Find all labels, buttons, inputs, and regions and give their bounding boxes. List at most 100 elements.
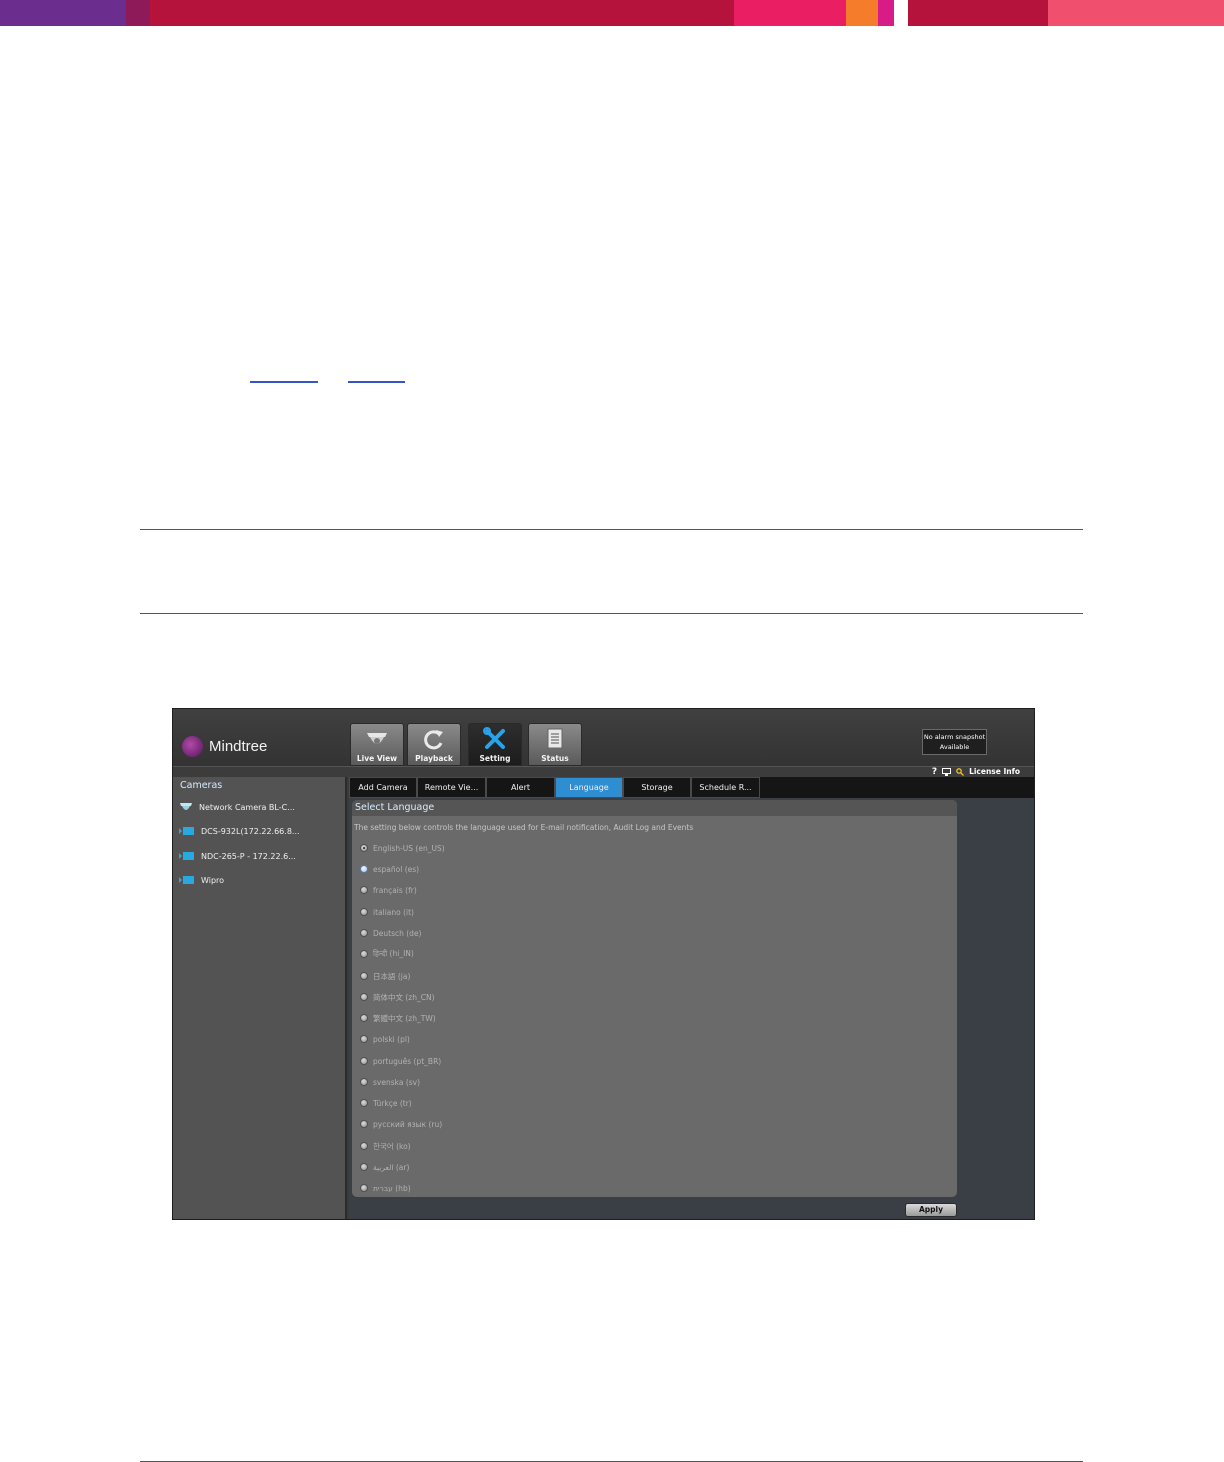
language-label: français (fr): [373, 885, 417, 895]
language-label: 한국어 (ko): [373, 1141, 411, 1151]
camera-icon: [179, 852, 194, 860]
camera-icon: [179, 827, 194, 835]
nav-playback-button[interactable]: Playback: [407, 723, 461, 766]
nav-status-button[interactable]: Status: [528, 723, 582, 766]
language-label: English-US (en_US): [373, 843, 445, 853]
radio-button[interactable]: [360, 1163, 368, 1171]
camera-item[interactable]: Wipro: [179, 873, 339, 887]
tab-bar-fill: [760, 777, 1034, 798]
language-label: العربية (ar): [373, 1162, 410, 1172]
radio-button[interactable]: [360, 1078, 368, 1086]
language-option[interactable]: français (fr): [360, 884, 417, 896]
language-option[interactable]: 简体中文 (zh_CN): [360, 991, 435, 1003]
logo: Mindtree: [182, 736, 267, 757]
key-icon: [956, 767, 965, 776]
alarm-snapshot-box: No alarm snapshot Available: [922, 729, 987, 755]
apply-button[interactable]: Apply: [905, 1203, 957, 1217]
banner-segment: [1048, 0, 1224, 26]
language-option[interactable]: русский язык (ru): [360, 1118, 442, 1130]
language-panel: Select Language The setting below contro…: [352, 800, 957, 1197]
help-icon[interactable]: ?: [932, 767, 937, 777]
tab-schedule[interactable]: Schedule R...: [691, 777, 760, 798]
radio-button[interactable]: [360, 1014, 368, 1022]
language-label: 简体中文 (zh_CN): [373, 992, 435, 1002]
tab-language[interactable]: Language: [555, 777, 623, 798]
radio-button[interactable]: [360, 1120, 368, 1128]
camera-item[interactable]: DCS-932L(172.22.66.8...: [179, 824, 339, 838]
radio-button[interactable]: [360, 972, 368, 980]
language-option[interactable]: 한국어 (ko): [360, 1140, 411, 1152]
language-label: 繁體中文 (zh_TW): [373, 1013, 436, 1023]
alarm-line: No alarm snapshot: [923, 733, 986, 741]
divider-line: [140, 613, 1083, 614]
tab-storage[interactable]: Storage: [623, 777, 691, 798]
alarm-line: Available: [939, 743, 970, 751]
radio-button[interactable]: [360, 1184, 368, 1192]
banner-segment: [894, 0, 908, 26]
camera-dome-icon: [367, 733, 387, 744]
radio-button[interactable]: [360, 929, 368, 937]
nav-label: Live View: [356, 754, 398, 763]
divider-line: [140, 529, 1083, 530]
banner-segment: [846, 0, 878, 26]
license-info-link[interactable]: License Info: [969, 767, 1020, 776]
top-banner: [0, 0, 1224, 26]
refresh-icon: [424, 730, 443, 750]
camera-label: Wipro: [201, 875, 225, 885]
language-option[interactable]: svenska (sv): [360, 1076, 420, 1088]
panel-title: Select Language: [352, 800, 957, 816]
dome-camera-icon: [180, 803, 192, 810]
radio-button[interactable]: [360, 886, 368, 894]
banner-segment: [0, 0, 126, 26]
radio-button[interactable]: [360, 1142, 368, 1150]
settings-tabs: Add Camera Remote Vie... Alert Language …: [349, 777, 760, 798]
nav-setting-button[interactable]: Setting: [468, 723, 522, 766]
radio-button[interactable]: [360, 1035, 368, 1043]
language-option[interactable]: português (pt_BR): [360, 1055, 441, 1067]
radio-button[interactable]: [360, 844, 368, 852]
language-label: español (es): [373, 864, 420, 874]
language-label: Türkçe (tr): [373, 1098, 412, 1108]
banner-segment: [734, 0, 846, 26]
language-label: עברית (hb): [373, 1183, 411, 1193]
language-option[interactable]: italiano (it): [360, 906, 414, 918]
language-option[interactable]: العربية (ar): [360, 1161, 409, 1173]
radio-button[interactable]: [360, 1099, 368, 1107]
radio-button[interactable]: [360, 993, 368, 1001]
language-option[interactable]: Deutsch (de): [360, 927, 421, 939]
language-label: português (pt_BR): [373, 1056, 442, 1066]
tab-remote-view[interactable]: Remote Vie...: [417, 777, 486, 798]
tab-alert[interactable]: Alert: [486, 777, 555, 798]
language-option[interactable]: polski (pl): [360, 1033, 410, 1045]
language-option[interactable]: Türkçe (tr): [360, 1097, 412, 1109]
language-option[interactable]: 日本語 (ja): [360, 970, 410, 982]
camera-label: NDC-265-P - 172.22.6...: [201, 851, 296, 861]
language-label: svenska (sv): [373, 1077, 421, 1087]
language-option[interactable]: English-US (en_US): [360, 842, 445, 854]
language-option[interactable]: עברית (hb): [360, 1182, 411, 1194]
tab-add-camera[interactable]: Add Camera: [349, 777, 417, 798]
radio-button[interactable]: [360, 908, 368, 916]
link-underline[interactable]: [348, 381, 405, 383]
language-option[interactable]: español (es): [360, 863, 419, 875]
nav-label: Playback: [415, 754, 453, 763]
camera-item[interactable]: NDC-265-P - 172.22.6...: [179, 849, 339, 863]
language-option[interactable]: 繁體中文 (zh_TW): [360, 1012, 436, 1024]
link-underline[interactable]: [250, 381, 318, 383]
app-header: Mindtree Live View Playback Setting Stat…: [173, 709, 1034, 766]
camera-label: DCS-932L(172.22.66.8...: [201, 826, 300, 836]
logo-text: Mindtree: [209, 738, 268, 755]
language-option[interactable]: हिन्दी (hi_IN): [360, 948, 414, 960]
document-icon: [547, 728, 563, 749]
camera-item[interactable]: Network Camera BL-C...: [179, 800, 339, 814]
cameras-sidebar: Cameras Network Camera BL-C... DCS-932L(…: [173, 777, 347, 1219]
camera-label: Network Camera BL-C...: [199, 802, 295, 812]
monitor-icon[interactable]: [942, 767, 952, 776]
nav-live-view-button[interactable]: Live View: [350, 723, 404, 766]
radio-button[interactable]: [360, 1057, 368, 1065]
radio-button[interactable]: [360, 950, 368, 958]
banner-segment: [908, 0, 1048, 26]
language-label: Deutsch (de): [373, 928, 422, 938]
radio-button[interactable]: [360, 865, 368, 873]
language-label: русский язык (ru): [373, 1119, 443, 1129]
